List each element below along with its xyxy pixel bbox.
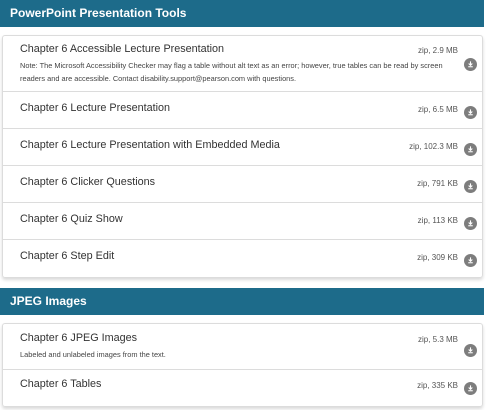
section-header: PowerPoint Presentation Tools [0,0,484,27]
resource-list: Chapter 6 JPEG Images zip, 5.3 MB Labele… [2,323,483,407]
item-size: zip, 335 KB [417,381,458,390]
list-item[interactable]: Chapter 6 Quiz Show zip, 113 KB [3,203,482,240]
list-item[interactable]: Chapter 6 Accessible Lecture Presentatio… [3,36,482,92]
item-size: zip, 5.3 MB [417,335,458,344]
download-icon[interactable] [464,344,477,357]
item-note: Labeled and unlabeled images from the te… [20,350,166,359]
download-icon[interactable] [464,382,477,395]
download-icon[interactable] [464,143,477,156]
item-title[interactable]: Chapter 6 Lecture Presentation with Embe… [20,139,280,151]
item-size: zip, 309 KB [417,253,458,262]
item-note: Note: The Microsoft Accessibility Checke… [20,61,443,83]
item-title[interactable]: Chapter 6 Tables [20,378,101,390]
list-item[interactable]: Chapter 6 Lecture Presentation zip, 6.5 … [3,92,482,129]
list-item[interactable]: Chapter 6 JPEG Images zip, 5.3 MB Labele… [3,324,482,370]
item-title[interactable]: Chapter 6 Clicker Questions [20,176,155,188]
item-title[interactable]: Chapter 6 Lecture Presentation [20,102,170,114]
item-size: zip, 2.9 MB [417,46,458,55]
item-size: zip, 113 KB [417,216,458,225]
list-item[interactable]: Chapter 6 Step Edit zip, 309 KB [3,240,482,277]
item-title[interactable]: Chapter 6 Accessible Lecture Presentatio… [20,43,224,55]
list-item[interactable]: Chapter 6 Clicker Questions zip, 791 KB [3,166,482,203]
item-title[interactable]: Chapter 6 Quiz Show [20,213,123,225]
download-icon[interactable] [464,106,477,119]
item-size: zip, 6.5 MB [417,105,458,114]
resource-list: Chapter 6 Accessible Lecture Presentatio… [2,35,483,278]
item-title[interactable]: Chapter 6 JPEG Images [20,332,137,344]
section-header: JPEG Images [0,288,484,315]
download-icon[interactable] [464,58,477,71]
item-size: zip, 102.3 MB [409,142,458,151]
download-icon[interactable] [464,254,477,267]
item-size: zip, 791 KB [417,179,458,188]
list-item[interactable]: Chapter 6 Lecture Presentation with Embe… [3,129,482,166]
section-jpeg-images: JPEG Images Chapter 6 JPEG Images zip, 5… [0,288,492,407]
list-item[interactable]: Chapter 6 Tables zip, 335 KB [3,370,482,406]
item-title[interactable]: Chapter 6 Step Edit [20,250,114,262]
download-icon[interactable] [464,180,477,193]
download-icon[interactable] [464,217,477,230]
section-powerpoint: PowerPoint Presentation Tools Chapter 6 … [0,0,492,278]
